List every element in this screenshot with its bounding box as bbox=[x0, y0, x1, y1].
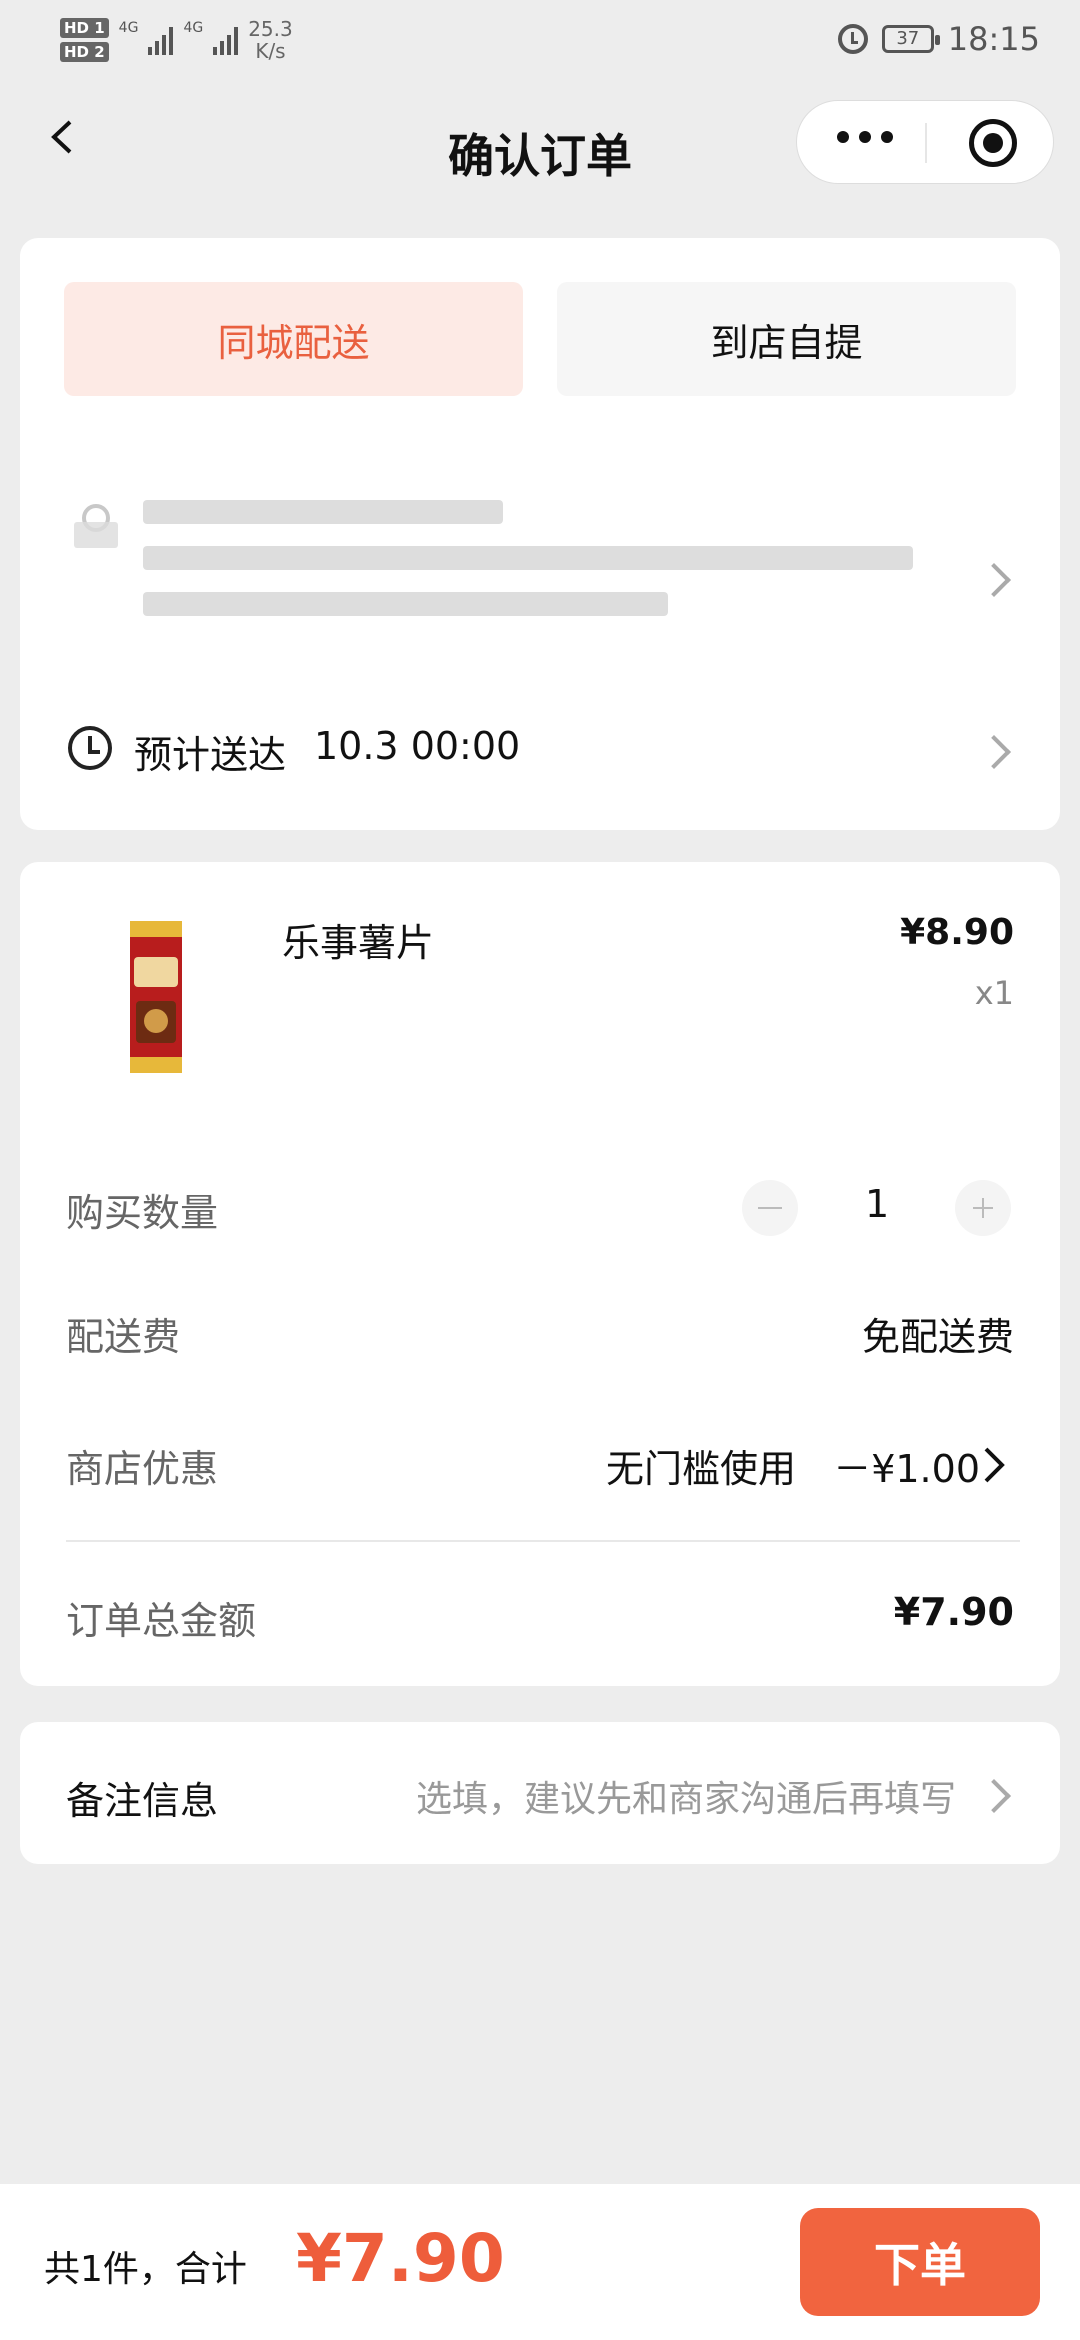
hd1-badge: HD 1 bbox=[60, 18, 109, 38]
order-summary: 共1件，合计 bbox=[44, 2249, 247, 2290]
signal-label-1: 4G bbox=[118, 20, 139, 36]
capsule-divider bbox=[925, 123, 927, 163]
delivery-fee-value: 免配送费 bbox=[861, 1315, 1014, 1359]
notes-arrow-icon[interactable] bbox=[977, 1779, 1011, 1813]
total-value: ¥7.90 bbox=[893, 1590, 1014, 1634]
minus-icon[interactable] bbox=[742, 1180, 798, 1236]
discount-value[interactable]: －¥1.00 bbox=[833, 1438, 980, 1493]
clock-time: 18:15 bbox=[947, 20, 1040, 58]
eta-label: 预计送达 bbox=[134, 733, 287, 777]
speed-unit: K/s bbox=[255, 39, 286, 63]
eta-arrow-icon[interactable] bbox=[977, 735, 1011, 769]
product-name: 乐事薯片 bbox=[282, 921, 435, 965]
delivery-fee-label: 配送费 bbox=[66, 1315, 181, 1359]
product-image bbox=[130, 921, 182, 1073]
discount-label: 商店优惠 bbox=[66, 1447, 219, 1491]
more-dots-icon[interactable] bbox=[837, 131, 893, 143]
hd2-badge: HD 2 bbox=[60, 42, 109, 62]
order-total: ¥7.90 bbox=[296, 2220, 505, 2297]
address-blurred[interactable] bbox=[143, 500, 913, 638]
alarm-icon bbox=[837, 24, 868, 54]
product-qty: x1 bbox=[974, 974, 1014, 1012]
nav-bar: 确认订单 bbox=[0, 90, 1080, 200]
status-left: HD 1 HD 2 4G 4G 25.3 K/s bbox=[60, 10, 293, 70]
notes-card[interactable]: 备注信息 选填，建议先和商家沟通后再填写 bbox=[20, 1722, 1060, 1864]
product-price: ¥8.90 bbox=[900, 912, 1014, 953]
battery-icon: 37 bbox=[881, 25, 940, 53]
signal-bars-1-icon bbox=[148, 25, 174, 55]
submit-order-button[interactable]: 下单 bbox=[800, 2208, 1040, 2316]
signal-bars-2-icon bbox=[213, 25, 239, 55]
address-arrow-icon[interactable] bbox=[977, 563, 1011, 597]
target-icon[interactable] bbox=[969, 119, 1017, 167]
network-speed: 25.3 K/s bbox=[248, 18, 293, 62]
discount-desc[interactable]: 无门槛使用 bbox=[606, 1438, 796, 1493]
delivery-card: 同城配送 到店自提 预计送达 10.3 00:00 bbox=[20, 238, 1060, 830]
plus-icon[interactable] bbox=[955, 1180, 1011, 1236]
mini-program-capsule bbox=[796, 100, 1054, 184]
delivery-tabs: 同城配送 到店自提 bbox=[64, 282, 1016, 396]
tab-local-delivery[interactable]: 同城配送 bbox=[64, 282, 523, 396]
order-card: 乐事薯片 ¥8.90 x1 购买数量 1 配送费 免配送费 商店优惠 无门槛使用… bbox=[20, 862, 1060, 1686]
quantity-label: 购买数量 bbox=[66, 1191, 219, 1235]
location-icon bbox=[74, 504, 118, 548]
status-bar: HD 1 HD 2 4G 4G 25.3 K/s 37 18:15 bbox=[0, 0, 1080, 80]
chevron-right-icon[interactable] bbox=[982, 1446, 1006, 1484]
notes-input[interactable]: 选填，建议先和商家沟通后再填写 bbox=[416, 1770, 956, 1822]
tab-store-pickup[interactable]: 到店自提 bbox=[557, 282, 1016, 396]
status-right: 37 18:15 bbox=[837, 14, 1040, 64]
quantity-value: 1 bbox=[865, 1182, 890, 1226]
total-label: 订单总金额 bbox=[66, 1599, 257, 1643]
eta-time[interactable]: 10.3 00:00 bbox=[314, 724, 520, 768]
notes-label: 备注信息 bbox=[66, 1779, 219, 1823]
bottom-bar: 共1件，合计 ¥7.90 下单 bbox=[0, 2184, 1080, 2340]
divider bbox=[66, 1540, 1020, 1542]
signal-label-2: 4G bbox=[183, 20, 204, 36]
clock-icon bbox=[68, 726, 112, 770]
speed-value: 25.3 bbox=[248, 17, 293, 41]
